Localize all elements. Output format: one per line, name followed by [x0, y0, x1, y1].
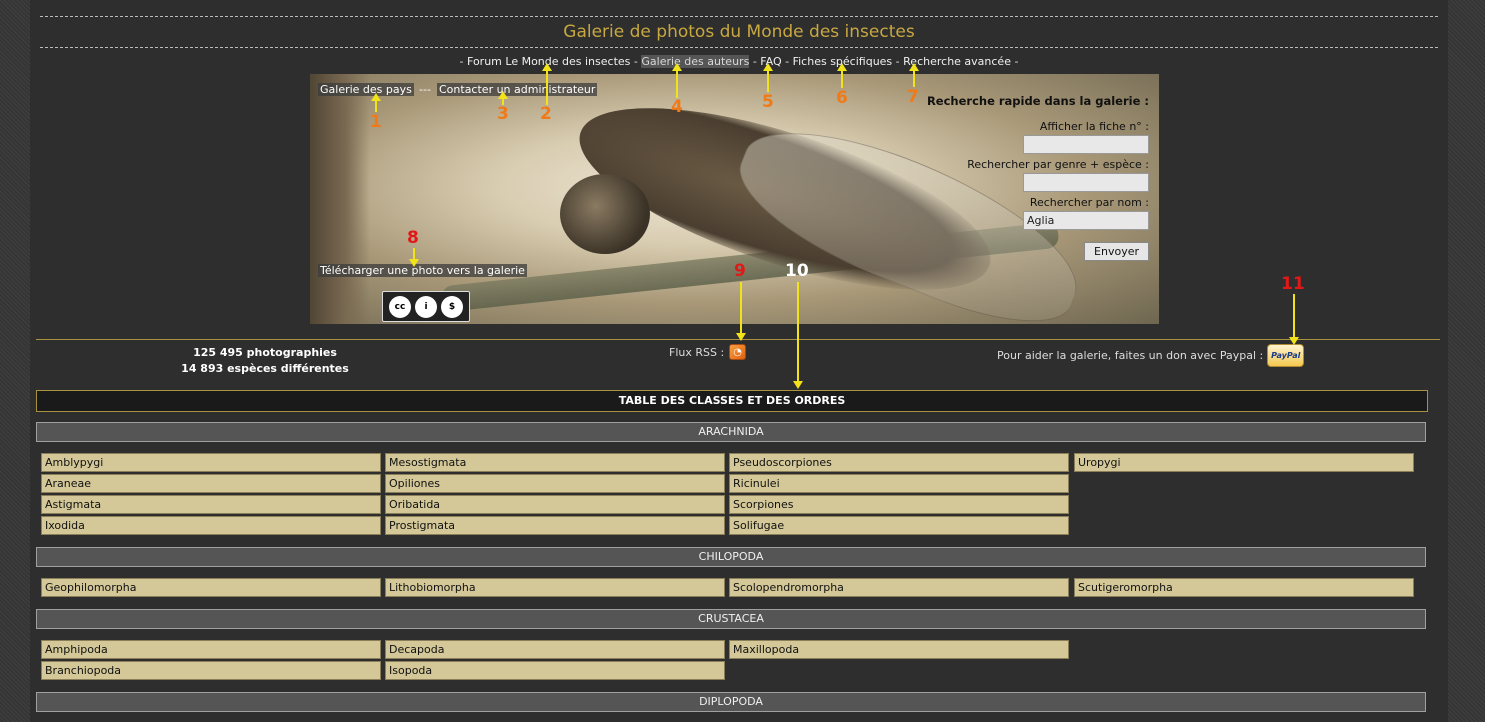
top-nav: - Forum Le Monde des insectes - Galerie …	[30, 55, 1448, 68]
annotation-arrow-8	[409, 248, 419, 267]
nav-link-galerie-auteurs[interactable]: Galerie des auteurs	[641, 55, 750, 68]
annotation-9: 9	[734, 261, 746, 281]
banner-separator: ---	[419, 83, 431, 96]
paypal-button[interactable]: PayPal	[1267, 344, 1305, 367]
gallery-stats: 125 495 photographies 14 893 espèces dif…	[160, 345, 370, 377]
order-link[interactable]: Isopoda	[385, 661, 725, 680]
order-link[interactable]: Pseudoscorpiones	[729, 453, 1069, 472]
class-section-header: DIPLOPODA	[36, 692, 1426, 712]
nav-separator: -	[633, 55, 638, 68]
title-divider	[40, 47, 1438, 48]
order-link[interactable]: Lithobiomorpha	[385, 578, 725, 597]
annotation-arrow-4	[672, 63, 682, 98]
order-link[interactable]: Uropygi	[1074, 453, 1414, 472]
annotation-8: 8	[407, 228, 419, 248]
annotation-5: 5	[762, 92, 774, 112]
fiche-number-label: Afficher la fiche n° :	[1039, 120, 1149, 133]
quick-search-title: Recherche rapide dans la galerie :	[926, 94, 1149, 108]
annotation-arrow-7	[909, 63, 919, 87]
contact-admin-link[interactable]: Contacter un administrateur	[437, 83, 598, 96]
order-link[interactable]: Prostigmata	[385, 516, 725, 535]
banner-cicada-image: Galerie des pays --- Contacter un admini…	[310, 74, 1159, 324]
order-link[interactable]: Scutigeromorpha	[1074, 578, 1414, 597]
search-name-input[interactable]	[1023, 211, 1149, 230]
annotation-4: 4	[671, 97, 683, 117]
rss-feed: Flux RSS : ◔	[669, 344, 747, 360]
creative-commons-badge[interactable]: cc i $	[382, 291, 470, 322]
order-link[interactable]: Decapoda	[385, 640, 725, 659]
order-link[interactable]: Branchiopoda	[41, 661, 381, 680]
upload-photo-link[interactable]: Télécharger une photo vers la galerie	[318, 264, 527, 277]
nav-separator: -	[785, 55, 790, 68]
photo-count: 125 495 photographies	[193, 346, 337, 359]
galerie-pays-link[interactable]: Galerie des pays	[318, 83, 414, 96]
annotation-3: 3	[497, 104, 509, 124]
order-link[interactable]: Ixodida	[41, 516, 381, 535]
order-link[interactable]: Amblypygi	[41, 453, 381, 472]
nav-separator: -	[1014, 55, 1019, 68]
class-section-header: CRUSTACEA	[36, 609, 1426, 629]
nav-separator: -	[895, 55, 900, 68]
annotation-arrow-11	[1289, 294, 1299, 345]
annotation-1: 1	[370, 112, 382, 132]
order-link[interactable]: Geophilomorpha	[41, 578, 381, 597]
order-link[interactable]: Maxillopoda	[729, 640, 1069, 659]
order-link[interactable]: Astigmata	[41, 495, 381, 514]
cc-icon: cc	[389, 295, 411, 318]
annotation-arrow-10	[793, 282, 803, 389]
donate-label: Pour aider la galerie, faites un don ave…	[997, 349, 1264, 362]
page-container: Galerie de photos du Monde des insectes …	[30, 0, 1448, 722]
order-link[interactable]: Amphipoda	[41, 640, 381, 659]
classes-table-title: TABLE DES CLASSES ET DES ORDRES	[36, 390, 1428, 412]
top-divider	[40, 16, 1438, 17]
annotation-arrow-5	[763, 63, 773, 92]
rss-icon[interactable]: ◔	[729, 344, 747, 360]
order-link[interactable]: Opiliones	[385, 474, 725, 493]
banner-insect-head	[560, 174, 650, 254]
genre-espece-input[interactable]	[1023, 173, 1149, 192]
species-count: 14 893 espèces différentes	[181, 362, 349, 375]
by-icon: i	[415, 295, 437, 318]
order-link[interactable]: Ricinulei	[729, 474, 1069, 493]
nc-icon: $	[441, 295, 463, 318]
annotation-11: 11	[1281, 274, 1305, 294]
order-link[interactable]: Scorpiones	[729, 495, 1069, 514]
annotation-arrow-3	[498, 91, 508, 105]
order-link[interactable]: Solifugae	[729, 516, 1069, 535]
genre-espece-label: Rechercher par genre + espèce :	[967, 158, 1149, 171]
order-link[interactable]: Oribatida	[385, 495, 725, 514]
order-link[interactable]: Scolopendromorpha	[729, 578, 1069, 597]
quick-search-form: Recherche rapide dans la galerie : Affic…	[889, 94, 1149, 261]
submit-button[interactable]: Envoyer	[1084, 242, 1149, 261]
annotation-arrow-6	[837, 63, 847, 88]
order-link[interactable]: Mesostigmata	[385, 453, 725, 472]
annotation-6: 6	[836, 88, 848, 108]
search-name-label: Rechercher par nom :	[1029, 196, 1149, 209]
donate-section: Pour aider la galerie, faites un don ave…	[997, 344, 1305, 367]
nav-separator: -	[459, 55, 464, 68]
nav-separator: -	[752, 55, 757, 68]
annotation-10: 10	[785, 261, 809, 281]
annotation-2: 2	[540, 104, 552, 124]
class-section-header: ARACHNIDA	[36, 422, 1426, 442]
page-title: Galerie de photos du Monde des insectes	[563, 22, 915, 42]
banner-branch	[310, 74, 370, 324]
rss-label: Flux RSS :	[669, 345, 725, 359]
annotation-arrow-9	[736, 282, 746, 341]
order-link[interactable]: Araneae	[41, 474, 381, 493]
annotation-arrow-2	[542, 63, 552, 105]
annotation-arrow-1	[371, 93, 381, 112]
annotation-7: 7	[907, 87, 919, 107]
fiche-number-input[interactable]	[1023, 135, 1149, 154]
nav-link-recherche-avancee[interactable]: Recherche avancée	[903, 55, 1011, 68]
class-section-header: CHILOPODA	[36, 547, 1426, 567]
